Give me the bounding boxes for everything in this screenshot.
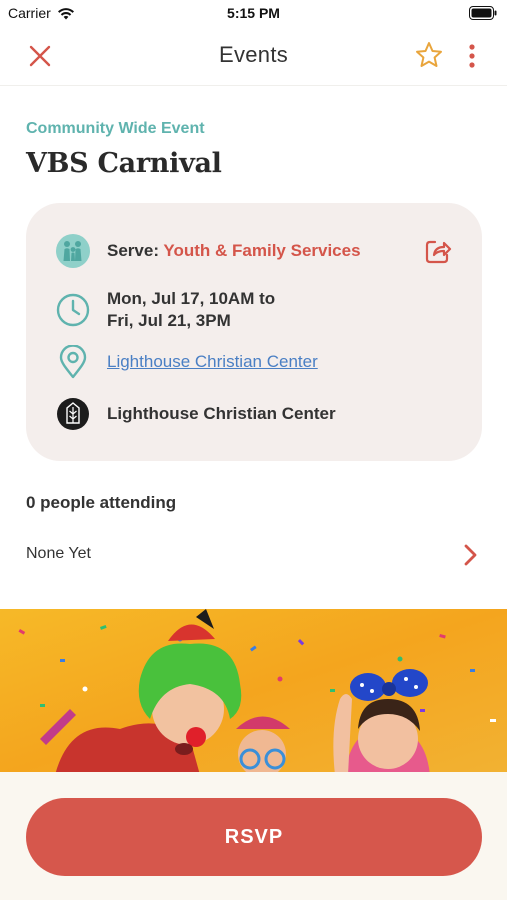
attending-count: 0 people attending [26,493,177,512]
event-details-card: Serve: Youth & Family Services Mon, Jul … [26,203,482,461]
serve-text: Serve: Youth & Family Services [107,240,361,262]
battery-icon [469,6,497,20]
status-time: 5:15 PM [227,5,280,21]
location-row: Lighthouse Christian Center [56,345,318,379]
more-vertical-icon[interactable] [462,42,482,70]
serve-row: Serve: Youth & Family Services [56,234,361,268]
rsvp-button[interactable]: RSVP [26,798,482,876]
serve-organization[interactable]: Youth & Family Services [163,241,360,260]
event-type-label: Community Wide Event [26,120,205,137]
host-text: Lighthouse Christian Center [107,404,336,423]
church-logo-icon [57,398,89,430]
event-banner-image [0,609,507,775]
attendee-list-label: None Yet [26,545,91,562]
location-text: Lighthouse Christian Center [107,351,318,373]
host-row: Lighthouse Christian Center [56,397,336,431]
family-icon [56,234,90,268]
date-row: Mon, Jul 17, 10AM to Fri, Jul 21, 3PM [56,288,275,332]
date-text: Mon, Jul 17, 10AM to Fri, Jul 21, 3PM [107,288,275,332]
status-bar: Carrier 5:15 PM [0,0,507,28]
serve-label: Serve: [107,241,159,260]
share-icon[interactable] [423,236,453,266]
location-link[interactable]: Lighthouse Christian Center [107,352,318,371]
clock-icon [56,293,90,327]
chevron-right-icon [464,544,477,566]
star-icon[interactable] [414,40,444,70]
attendee-list-row[interactable]: None Yet [0,530,507,580]
footer-bar: RSVP [0,772,507,900]
location-pin-icon [59,345,87,379]
date-start: Mon, Jul 17, 10AM to [107,289,276,308]
date-end: Fri, Jul 21, 3PM [107,311,231,330]
event-title: VBS Carnival [26,148,222,179]
nav-bar: Events [0,28,507,86]
